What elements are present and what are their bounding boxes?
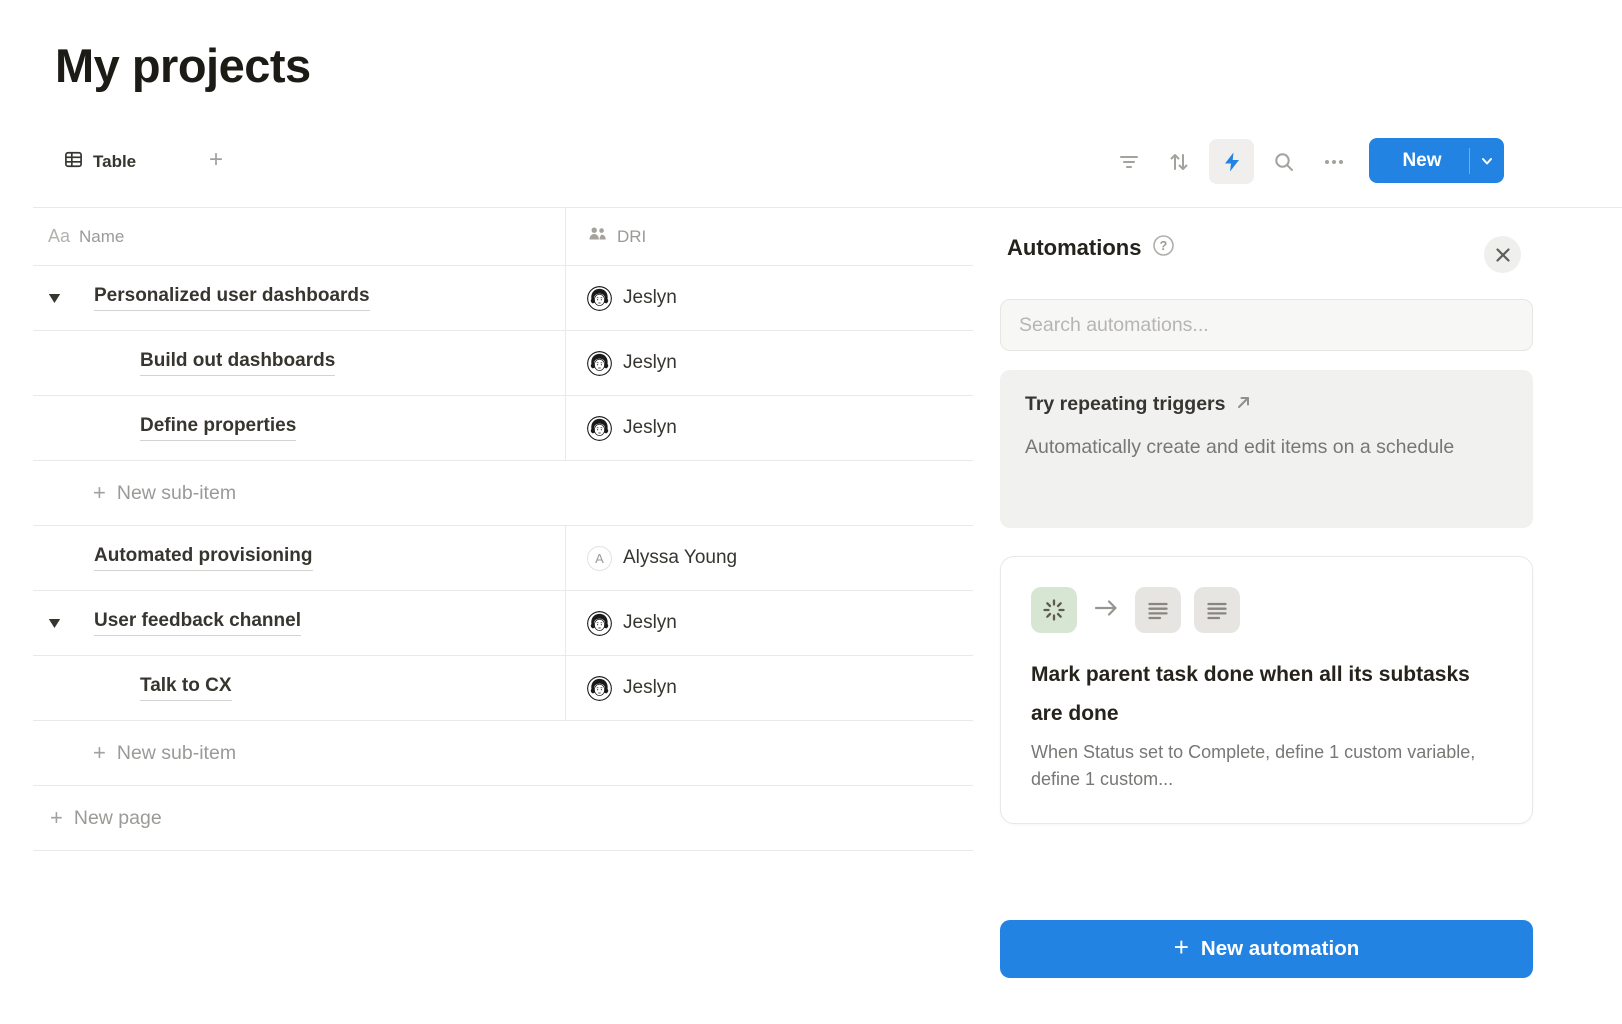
svg-text:?: ? — [1160, 239, 1168, 253]
text-type-icon: Aa — [48, 226, 70, 247]
name-cell: Talk to CX — [33, 656, 566, 720]
panel-title: Automations — [1007, 235, 1141, 261]
expand-toggle-icon[interactable] — [48, 358, 94, 369]
add-view-button[interactable]: + — [200, 144, 232, 176]
table-row: Automated provisioning A Alyssa Young — [33, 526, 973, 591]
person-avatar — [587, 286, 612, 311]
search-automations-input[interactable] — [1000, 299, 1533, 351]
panel-header: Automations ? — [1007, 234, 1175, 262]
column-dri-label: DRI — [617, 227, 646, 247]
name-cell: Personalized user dashboards — [33, 266, 566, 330]
help-icon[interactable]: ? — [1152, 234, 1175, 262]
column-name-label: Name — [79, 227, 124, 247]
page-link[interactable]: Personalized user dashboards — [94, 285, 370, 312]
repeating-triggers-card[interactable]: Try repeating triggers Automatically cre… — [1000, 370, 1533, 528]
trigger-spinner-icon — [1031, 587, 1077, 633]
table-row: User feedback channel Jeslyn — [33, 591, 973, 656]
table-row: Define properties Jeslyn — [33, 396, 973, 461]
automations-lightning-icon[interactable] — [1209, 139, 1254, 184]
table-row: Build out dashboards Jeslyn — [33, 331, 973, 396]
dri-cell[interactable]: Jeslyn — [566, 591, 973, 655]
arrow-up-right-icon — [1235, 394, 1252, 416]
action-row-label: New sub-item — [117, 482, 236, 505]
automation-card-title: Mark parent task done when all its subta… — [1031, 655, 1502, 733]
dri-name: Jeslyn — [623, 677, 677, 699]
tab-table-view[interactable]: Table — [64, 138, 136, 185]
view-toolbar: Table + New — [0, 138, 1622, 185]
person-avatar — [587, 416, 612, 441]
more-options-icon[interactable] — [1314, 142, 1354, 182]
view-tab-label: Table — [93, 152, 136, 172]
expand-toggle-icon[interactable] — [48, 423, 94, 434]
table-view-icon — [64, 150, 83, 174]
table-row: Talk to CX Jeslyn — [33, 656, 973, 721]
page-title: My projects — [55, 38, 311, 93]
dri-cell[interactable]: Jeslyn — [566, 266, 973, 330]
expand-toggle-icon[interactable] — [48, 553, 94, 564]
column-header-name[interactable]: Aa Name — [33, 208, 566, 265]
dri-name: Jeslyn — [623, 612, 677, 634]
new-sub-item-row[interactable]: + New sub-item — [33, 721, 973, 786]
letter-avatar: A — [587, 546, 612, 571]
page-link[interactable]: Automated provisioning — [94, 545, 313, 572]
dri-cell[interactable]: Jeslyn — [566, 396, 973, 460]
new-sub-item-row[interactable]: + New sub-item — [33, 461, 973, 526]
filter-icon[interactable] — [1109, 142, 1149, 182]
people-icon — [587, 224, 608, 250]
close-icon[interactable] — [1484, 236, 1521, 273]
notion-window: My projects Table + — [0, 0, 1622, 1024]
expand-toggle-icon[interactable] — [48, 683, 94, 694]
automation-template-card[interactable]: Mark parent task done when all its subta… — [1000, 556, 1533, 824]
plus-icon: + — [93, 480, 106, 506]
plus-icon: + — [93, 740, 106, 766]
action-row-label: New sub-item — [117, 742, 236, 765]
person-avatar — [587, 611, 612, 636]
page-link[interactable]: Build out dashboards — [140, 350, 335, 377]
automation-icon-row — [1031, 587, 1502, 633]
name-cell: User feedback channel — [33, 591, 566, 655]
promo-card-title: Try repeating triggers — [1025, 393, 1225, 416]
page-link[interactable]: User feedback channel — [94, 610, 301, 637]
automations-panel: Automations ? Try repeating triggers Aut… — [973, 208, 1622, 1024]
plus-icon: + — [50, 805, 63, 831]
automation-card-description: When Status set to Complete, define 1 cu… — [1031, 739, 1502, 793]
arrow-right-icon — [1092, 596, 1120, 625]
table-body: Personalized user dashboards Jeslyn Buil — [33, 266, 973, 851]
new-button[interactable]: New — [1369, 138, 1504, 183]
text-lines-icon — [1135, 587, 1181, 633]
person-avatar — [587, 351, 612, 376]
dri-name: Jeslyn — [623, 287, 677, 309]
column-header-dri[interactable]: DRI — [566, 208, 973, 265]
name-cell: Build out dashboards — [33, 331, 566, 395]
name-cell: Define properties — [33, 396, 566, 460]
new-page-row[interactable]: + New page — [33, 786, 973, 851]
person-avatar — [587, 676, 612, 701]
new-automation-button[interactable]: + New automation — [1000, 920, 1533, 978]
search-automations-box — [1000, 299, 1533, 351]
dri-name: Jeslyn — [623, 352, 677, 374]
projects-table: Aa Name DRI Personalized user dashboards — [33, 208, 973, 851]
page-link[interactable]: Define properties — [140, 415, 296, 442]
dri-name: Jeslyn — [623, 417, 677, 439]
table-header-row: Aa Name DRI — [33, 208, 973, 266]
action-row-label: New page — [74, 807, 162, 830]
promo-card-description: Automatically create and edit items on a… — [1025, 429, 1508, 466]
name-cell: Automated provisioning — [33, 526, 566, 590]
new-automation-label: New automation — [1201, 937, 1359, 961]
expand-toggle-icon[interactable] — [48, 293, 94, 304]
table-row: Personalized user dashboards Jeslyn — [33, 266, 973, 331]
chevron-down-icon[interactable] — [1470, 154, 1504, 168]
sort-icon[interactable] — [1159, 142, 1199, 182]
dri-cell[interactable]: Jeslyn — [566, 331, 973, 395]
search-icon[interactable] — [1264, 142, 1304, 182]
plus-icon: + — [1174, 932, 1189, 963]
text-lines-icon — [1194, 587, 1240, 633]
page-link[interactable]: Talk to CX — [140, 675, 232, 702]
new-button-label: New — [1369, 150, 1469, 172]
dri-name: Alyssa Young — [623, 547, 737, 569]
dri-cell[interactable]: Jeslyn — [566, 656, 973, 720]
expand-toggle-icon[interactable] — [48, 618, 94, 629]
dri-cell[interactable]: A Alyssa Young — [566, 526, 973, 590]
